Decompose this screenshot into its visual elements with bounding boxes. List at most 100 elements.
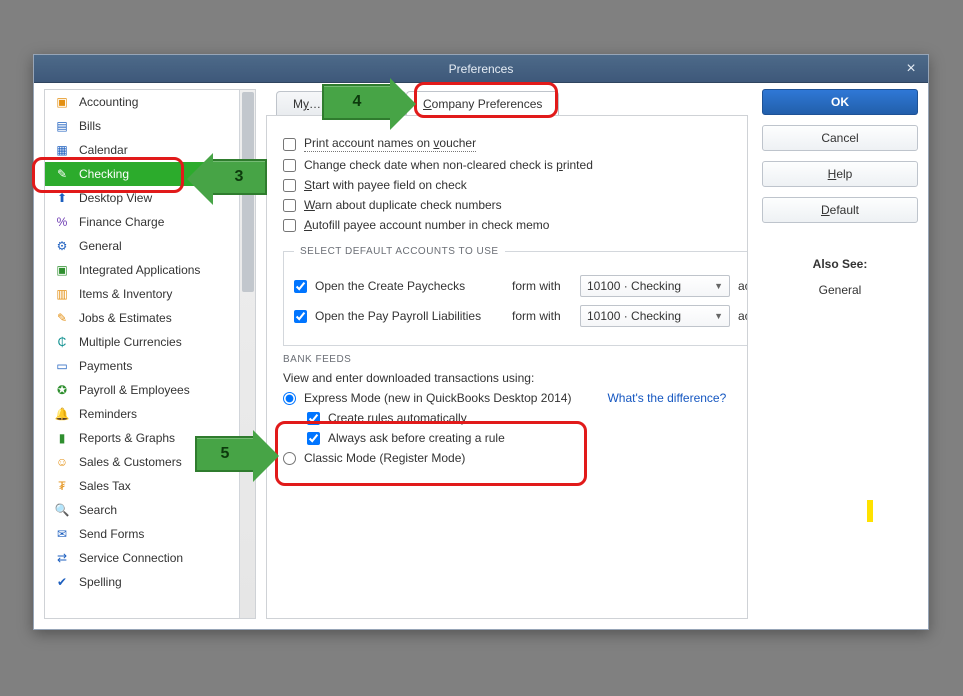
sidebar-item-reminders[interactable]: 🔔 Reminders [45, 402, 255, 426]
sidebar-item-label: Finance Charge [79, 215, 247, 229]
right-column: OK Cancel Help Default Also See: General [762, 89, 918, 619]
select-paychecks-value: 10100 · Checking [587, 279, 681, 293]
spell-icon: ✔ [53, 573, 71, 591]
label-open-paychecks: Open the Create Paychecks [315, 279, 465, 293]
scrollbar-thumb[interactable] [242, 92, 254, 292]
radio-express-mode[interactable] [283, 392, 296, 405]
sidebar-item-checking[interactable]: ✎ Checking [45, 162, 255, 186]
select-paychecks-account[interactable]: 10100 · Checking ▼ [580, 275, 730, 297]
cancel-button[interactable]: Cancel [762, 125, 918, 151]
sidebar-item-label: Accounting [79, 95, 247, 109]
sidebar-item-accounting[interactable]: ▣ Accounting [45, 90, 255, 114]
checkbox-print-account-names[interactable] [283, 138, 296, 151]
group-default-accounts-title: SELECT DEFAULT ACCOUNTS TO USE [294, 246, 505, 257]
service-icon: ⇄ [53, 549, 71, 567]
sidebar-item-reports-graphs[interactable]: ▮ Reports & Graphs [45, 426, 255, 450]
payroll-icon: ✪ [53, 381, 71, 399]
label-view-enter-transactions: View and enter downloaded transactions u… [283, 371, 731, 385]
calendar-bill-icon: ▤ [53, 117, 71, 135]
titlebar: Preferences × [34, 55, 928, 83]
select-liabilities-account[interactable]: 10100 · Checking ▼ [580, 305, 730, 327]
label-always-ask: Always ask before creating a rule [328, 431, 505, 445]
bank-feeds-title: BANK FEEDS [283, 354, 731, 365]
customers-icon: ☺ [53, 453, 71, 471]
checkbox-warn-duplicate[interactable] [283, 199, 296, 212]
sidebar-item-label: Items & Inventory [79, 287, 247, 301]
sidebar-item-general[interactable]: ⚙ General [45, 234, 255, 258]
chevron-down-icon: ▼ [714, 311, 723, 321]
sidebar-scrollbar[interactable] [239, 90, 255, 618]
sidebar-item-send-forms[interactable]: ✉ Send Forms [45, 522, 255, 546]
link-whats-the-difference[interactable]: What's the difference? [607, 391, 726, 405]
checkbox-open-paychecks[interactable] [294, 280, 307, 293]
label-change-check-date: Change check date when non-cleared check… [304, 158, 593, 172]
also-see-item: General [762, 283, 918, 297]
dialog-title: Preferences [449, 62, 514, 76]
sidebar-item-items-inventory[interactable]: ▥ Items & Inventory [45, 282, 255, 306]
default-button[interactable]: Default [762, 197, 918, 223]
sidebar-item-label: Reports & Graphs [79, 431, 247, 445]
label-classic-mode: Classic Mode (Register Mode) [304, 451, 465, 465]
label-print-account-names: Print account names on voucher [304, 136, 476, 152]
sidebar-item-label: Multiple Currencies [79, 335, 247, 349]
checkbox-always-ask[interactable] [307, 432, 320, 445]
sidebar-item-bills[interactable]: ▤ Bills [45, 114, 255, 138]
sidebar-item-integrated-applications[interactable]: ▣ Integrated Applications [45, 258, 255, 282]
sidebar-item-label: Bills [79, 119, 247, 133]
sidebar-item-calendar[interactable]: ▦ Calendar [45, 138, 255, 162]
help-button[interactable]: Help [762, 161, 918, 187]
preferences-sidebar: ▣ Accounting ▤ Bills ▦ Calendar ✎ Checki… [44, 89, 256, 619]
sidebar-item-search[interactable]: 🔍 Search [45, 498, 255, 522]
gear-icon: ⚙ [53, 237, 71, 255]
chevron-down-icon: ▼ [714, 281, 723, 291]
checkbox-open-liabilities[interactable] [294, 310, 307, 323]
sidebar-item-label: Calendar [79, 143, 247, 157]
tab-my-preferences[interactable]: My… [276, 91, 406, 115]
radio-classic-mode[interactable] [283, 452, 296, 465]
checkbox-change-check-date[interactable] [283, 159, 296, 172]
coins-icon: ▣ [53, 93, 71, 111]
sidebar-item-sales-tax[interactable]: ₮ Sales Tax [45, 474, 255, 498]
sidebar-item-label: Search [79, 503, 247, 517]
also-see: Also See: General [762, 257, 918, 297]
search-icon: 🔍 [53, 501, 71, 519]
sidebar-item-label: Service Connection [79, 551, 247, 565]
sidebar-item-payments[interactable]: ▭ Payments [45, 354, 255, 378]
label-account: account [738, 279, 748, 293]
sidebar-item-label: Sales Tax [79, 479, 247, 493]
sidebar-item-label: Spelling [79, 575, 247, 589]
calendar-icon: ▦ [53, 141, 71, 159]
label-express-mode: Express Mode (new in QuickBooks Desktop … [304, 391, 571, 405]
annotation-yellow-mark [867, 500, 873, 522]
sidebar-item-spelling[interactable]: ✔ Spelling [45, 570, 255, 594]
label-create-rules: Create rules automatically [328, 411, 467, 425]
checkbox-create-rules[interactable] [307, 412, 320, 425]
sidebar-item-finance-charge[interactable]: % Finance Charge [45, 210, 255, 234]
sidebar-item-label: Send Forms [79, 527, 247, 541]
close-icon[interactable]: × [900, 58, 922, 80]
apps-icon: ▣ [53, 261, 71, 279]
sidebar-item-multiple-currencies[interactable]: ₵ Multiple Currencies [45, 330, 255, 354]
chart-icon: ▮ [53, 429, 71, 447]
ok-button[interactable]: OK [762, 89, 918, 115]
sidebar-item-desktop-view[interactable]: ⬆ Desktop View [45, 186, 255, 210]
sidebar-item-service-connection[interactable]: ⇄ Service Connection [45, 546, 255, 570]
sidebar-item-jobs-estimates[interactable]: ✎ Jobs & Estimates [45, 306, 255, 330]
tax-icon: ₮ [53, 477, 71, 495]
percent-icon: % [53, 213, 71, 231]
sidebar-item-label: Reminders [79, 407, 247, 421]
group-default-accounts: SELECT DEFAULT ACCOUNTS TO USE Open the … [283, 246, 748, 346]
label-form-with: form with [512, 279, 572, 293]
label-warn-duplicate: Warn about duplicate check numbers [304, 198, 502, 212]
sidebar-item-label: Payments [79, 359, 247, 373]
label-form-with: form with [512, 309, 572, 323]
checkbox-start-payee[interactable] [283, 179, 296, 192]
tab-company-preferences[interactable]: Company Preferences [406, 91, 559, 115]
preferences-dialog: Preferences × ▣ Accounting ▤ Bills ▦ [33, 54, 929, 630]
send-icon: ✉ [53, 525, 71, 543]
checkbox-autofill-payee[interactable] [283, 219, 296, 232]
sidebar-item-sales-customers[interactable]: ☺ Sales & Customers [45, 450, 255, 474]
card-icon: ▭ [53, 357, 71, 375]
sidebar-item-label: Payroll & Employees [79, 383, 247, 397]
sidebar-item-payroll-employees[interactable]: ✪ Payroll & Employees [45, 378, 255, 402]
